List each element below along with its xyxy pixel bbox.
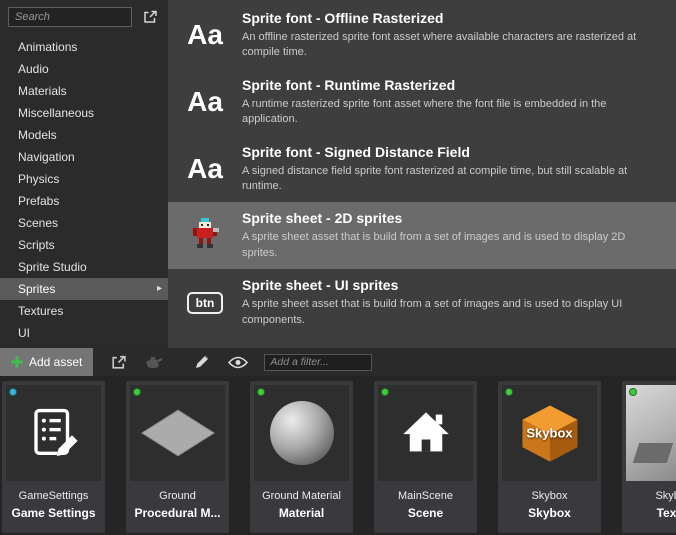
asset-type-title: Sprite font - Offline Rasterized: [242, 10, 662, 26]
font-aa-icon: Aa: [168, 21, 242, 49]
asset-tile-skybox-texture[interactable]: Skybox Text...: [622, 381, 676, 533]
search-input[interactable]: [8, 7, 132, 27]
sidebar-item-animations[interactable]: Animations: [0, 36, 168, 58]
asset-tile-ground[interactable]: Ground Procedural M...: [126, 381, 229, 533]
category-sidebar: Animations Audio Materials Miscellaneous…: [0, 0, 168, 348]
texture-thumbnail: [626, 385, 676, 481]
material-thumbnail: [254, 385, 349, 481]
asset-type-row-signed-distance-field[interactable]: Aa Sprite font - Signed Distance Field A…: [168, 136, 676, 203]
asset-type-title: Sprite sheet - 2D sprites: [242, 210, 662, 226]
edit-pencil-icon[interactable]: [191, 352, 213, 372]
add-asset-dialog: Animations Audio Materials Miscellaneous…: [0, 0, 676, 348]
add-asset-label: Add asset: [29, 355, 82, 369]
asset-type-row-2d-sprites[interactable]: Sprite sheet - 2D sprites A sprite sheet…: [168, 202, 676, 269]
asset-type-title: Sprite font - Runtime Rasterized: [242, 77, 662, 93]
ground-thumbnail: [130, 385, 225, 481]
asset-type-description: A runtime rasterized sprite font asset w…: [242, 97, 662, 128]
sidebar-item-audio[interactable]: Audio: [0, 58, 168, 80]
asset-type: Procedural M...: [130, 506, 225, 520]
status-dot: [629, 388, 637, 396]
sidebar-item-materials[interactable]: Materials: [0, 80, 168, 102]
chevron-right-icon: ▸: [157, 278, 162, 300]
asset-type-description: A signed distance field sprite font rast…: [242, 164, 662, 195]
sidebar-item-models[interactable]: Models: [0, 124, 168, 146]
asset-name: Ground Material: [254, 490, 349, 502]
sidebar-item-miscellaneous[interactable]: Miscellaneous: [0, 102, 168, 124]
asset-tile-skybox[interactable]: Skybox Skybox Skybox: [498, 381, 601, 533]
external-link-icon[interactable]: [141, 8, 159, 26]
asset-tile-ground-material[interactable]: Ground Material Material: [250, 381, 353, 533]
material-sphere-icon: [270, 401, 334, 465]
filter-input[interactable]: [264, 354, 372, 371]
status-dot: [257, 388, 265, 396]
asset-name: Ground: [130, 490, 225, 502]
sidebar-item-prefabs[interactable]: Prefabs: [0, 190, 168, 212]
asset-type-description: An offline rasterized sprite font asset …: [242, 30, 662, 61]
sidebar-item-sprite-studio[interactable]: Sprite Studio: [0, 256, 168, 278]
status-dot: [381, 388, 389, 396]
asset-type-title: Sprite sheet - UI sprites: [242, 277, 662, 293]
asset-name: MainScene: [378, 490, 473, 502]
sprite-character-icon: [168, 218, 242, 254]
skybox-thumbnail: Skybox: [502, 385, 597, 481]
search-row: [0, 7, 168, 27]
font-aa-icon: Aa: [168, 155, 242, 183]
sidebar-item-physics[interactable]: Physics: [0, 168, 168, 190]
asset-type-title: Sprite font - Signed Distance Field: [242, 144, 662, 160]
plane-icon: [140, 404, 216, 462]
asset-type-description: A sprite sheet asset that is build from …: [242, 297, 662, 328]
sidebar-item-scenes[interactable]: Scenes: [0, 212, 168, 234]
asset-grid: GameSettings Game Settings Ground Proced…: [0, 376, 676, 535]
asset-tile-mainscene[interactable]: MainScene Scene: [374, 381, 477, 533]
status-dot: [505, 388, 513, 396]
asset-type-row-offline-rasterized[interactable]: Aa Sprite font - Offline Rasterized An o…: [168, 2, 676, 69]
add-asset-button[interactable]: Add asset: [0, 348, 93, 376]
asset-type: Game Settings: [6, 506, 101, 520]
sidebar-item-textures[interactable]: Textures: [0, 300, 168, 322]
house-icon: [400, 407, 452, 459]
asset-type-list: Aa Sprite font - Offline Rasterized An o…: [168, 0, 676, 348]
asset-type: Skybox: [502, 506, 597, 520]
asset-type: Text...: [626, 506, 676, 520]
asset-name: Skybox: [502, 490, 597, 502]
asset-type-description: A sprite sheet asset that is build from …: [242, 230, 662, 261]
asset-name: Skybox: [626, 490, 676, 502]
status-dot: [133, 388, 141, 396]
gamesettings-thumbnail: [6, 385, 101, 481]
asset-type-row-runtime-rasterized[interactable]: Aa Sprite font - Runtime Rasterized A ru…: [168, 69, 676, 136]
skybox-thumbnail-label: Skybox: [502, 426, 597, 441]
asset-type: Material: [254, 506, 349, 520]
texture-preview-shape: [633, 443, 673, 463]
sidebar-item-navigation[interactable]: Navigation: [0, 146, 168, 168]
plus-icon: [11, 356, 23, 368]
export-icon[interactable]: [107, 352, 129, 372]
sidebar-item-ui[interactable]: UI: [0, 322, 168, 344]
asset-type: Scene: [378, 506, 473, 520]
asset-name: GameSettings: [6, 490, 101, 502]
asset-tile-gamesettings[interactable]: GameSettings Game Settings: [2, 381, 105, 533]
sidebar-item-label: Sprites: [18, 282, 55, 296]
teapot-icon[interactable]: [143, 352, 165, 372]
scene-thumbnail: [378, 385, 473, 481]
sidebar-item-scripts[interactable]: Scripts: [0, 234, 168, 256]
asset-type-row-ui-sprites[interactable]: btn Sprite sheet - UI sprites A sprite s…: [168, 269, 676, 336]
font-aa-icon: Aa: [168, 88, 242, 116]
preview-eye-icon[interactable]: [227, 352, 249, 372]
settings-document-icon: [27, 406, 81, 460]
asset-view-toolbar: Add asset: [0, 348, 676, 376]
sidebar-item-sprites[interactable]: Sprites ▸: [0, 278, 168, 300]
button-btn-icon: btn: [168, 292, 242, 314]
status-dot: [9, 388, 17, 396]
category-list: Animations Audio Materials Miscellaneous…: [0, 36, 168, 344]
